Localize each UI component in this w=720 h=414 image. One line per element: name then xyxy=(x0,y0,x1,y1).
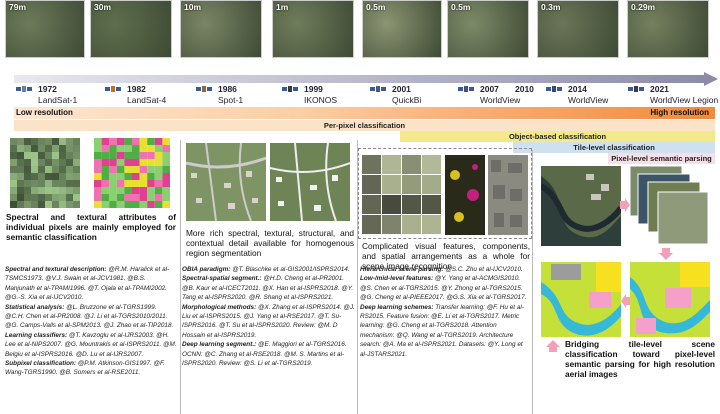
low-resolution-label: Low resolution xyxy=(16,108,73,117)
satellite-icon xyxy=(370,82,386,96)
pixel-semantic-band: Pixel-level semantic parsing xyxy=(608,153,715,164)
panel4-text: Bridging tile-level scene classification… xyxy=(565,339,715,379)
reference-entry: Statistical analysis: @L. Bruzzone et al… xyxy=(5,303,174,330)
segmentation-map-right xyxy=(630,262,710,337)
satellite-thumbnail: 0.3m xyxy=(537,0,619,58)
satellite-icon xyxy=(458,82,474,96)
aerial-scene-image xyxy=(541,166,621,246)
satellite-name: LandSat-1 xyxy=(38,95,78,105)
timeline-year: 1999 xyxy=(304,84,323,94)
reference-entry: Deep learning segment.: @E. Maggiori et … xyxy=(182,341,347,368)
panel2-text: More rich spectral, textural, structural… xyxy=(186,228,354,258)
resolution-label: 10m xyxy=(184,2,202,12)
pixel-grid-image xyxy=(10,138,170,208)
satellite-icon xyxy=(16,82,32,96)
resolution-label: 30m xyxy=(94,2,112,12)
reference-entry: Subpixel classification: @P.M. Atkinson-… xyxy=(5,360,165,377)
refs-column-1: Spectral and textural description: @R.M.… xyxy=(5,265,177,378)
satellite-icon xyxy=(105,82,121,96)
high-resolution-label: High resolution xyxy=(650,108,709,117)
resolution-label: 79m xyxy=(9,2,27,12)
reference-entry: Deep learning schemes: Transfer learning… xyxy=(360,303,524,358)
reference-entry: Learning classifiers: @T. Kavzoglu et al… xyxy=(5,331,177,358)
urban-aerial-image-1 xyxy=(186,143,266,221)
timeline-year: 2021 xyxy=(650,84,669,94)
arrow-up-icon xyxy=(546,340,560,352)
satellite-icon xyxy=(546,82,562,96)
reference-entry: Hierarchical scene parsing: @S.C. Zhu et… xyxy=(360,266,523,273)
tile-stack-image xyxy=(629,166,709,245)
satellite-icon xyxy=(196,82,212,96)
reference-entry: Spectral and textural description: @R.M.… xyxy=(5,266,170,302)
resolution-label: 0.3m xyxy=(541,2,561,12)
satellite-icon xyxy=(282,82,298,96)
urban-aerial-image-2 xyxy=(270,143,350,221)
satellite-name: LandSat-4 xyxy=(127,95,167,105)
resolution-bar: Low resolution High resolution xyxy=(14,107,715,119)
satellite-thumbnail: 0.5m xyxy=(362,0,442,58)
satellite-name: WorldView xyxy=(480,95,521,105)
scene-dashed-box xyxy=(358,148,532,239)
reference-entry: OBIA paradigm: @T. Blaschke et al-GIS200… xyxy=(182,266,350,273)
refs-column-2: OBIA paradigm: @T. Blaschke et al-GIS200… xyxy=(182,265,355,368)
satellite-name: QuickBi xyxy=(392,95,422,105)
satellite-icon xyxy=(493,82,509,96)
timeline-year: 1972 xyxy=(38,84,57,94)
divider xyxy=(532,150,533,414)
satellite-thumbnail: 1m xyxy=(272,0,354,58)
arrow-down-icon xyxy=(659,248,673,260)
object-based-band: Object-based classification xyxy=(400,131,715,142)
reference-entry: Spectral-spatial segment.: @H.D. Cheng e… xyxy=(182,275,354,302)
satellite-name: IKONOS xyxy=(304,95,338,105)
satellite-name: WorldView Legion xyxy=(650,95,719,105)
refs-column-3: Hierarchical scene parsing: @S.C. Zhu et… xyxy=(360,265,530,359)
satellite-thumbnail: 0.5m xyxy=(447,0,529,58)
reference-entry: Morphological methods: @X. Zhang et al-I… xyxy=(182,303,355,339)
arrow-right-icon xyxy=(620,198,630,212)
resolution-label: 0.5m xyxy=(366,2,386,12)
panel1-text: Spectral and textural attributes of indi… xyxy=(6,212,176,242)
timeline-year: 1982 xyxy=(127,84,146,94)
satellite-name: WorldView xyxy=(568,95,609,105)
satellite-thumbnail: 0.29m xyxy=(627,0,709,58)
timeline-year: 2010 xyxy=(515,84,534,94)
resolution-label: 0.5m xyxy=(451,2,471,12)
satellite-thumbnail: 30m xyxy=(90,0,172,58)
resolution-label: 0.29m xyxy=(631,2,656,12)
per-pixel-band: Per-pixel classification xyxy=(14,120,715,131)
satellite-name: Spot-1 xyxy=(218,95,244,105)
satellite-thumbnail: 10m xyxy=(180,0,262,58)
resolution-label: 1m xyxy=(276,2,289,12)
divider xyxy=(180,140,181,414)
timeline-year: 1986 xyxy=(218,84,237,94)
satellite-thumbnail: 79m xyxy=(5,0,85,58)
segmentation-map-left xyxy=(541,262,621,337)
timeline-year: 2001 xyxy=(392,84,411,94)
satellite-icon xyxy=(628,82,644,96)
reference-entry: Low-/mid-level features: @Y. Yang et al-… xyxy=(360,275,527,302)
timeline-year: 2014 xyxy=(568,84,587,94)
tile-level-band: Tile-level classification xyxy=(513,142,715,153)
